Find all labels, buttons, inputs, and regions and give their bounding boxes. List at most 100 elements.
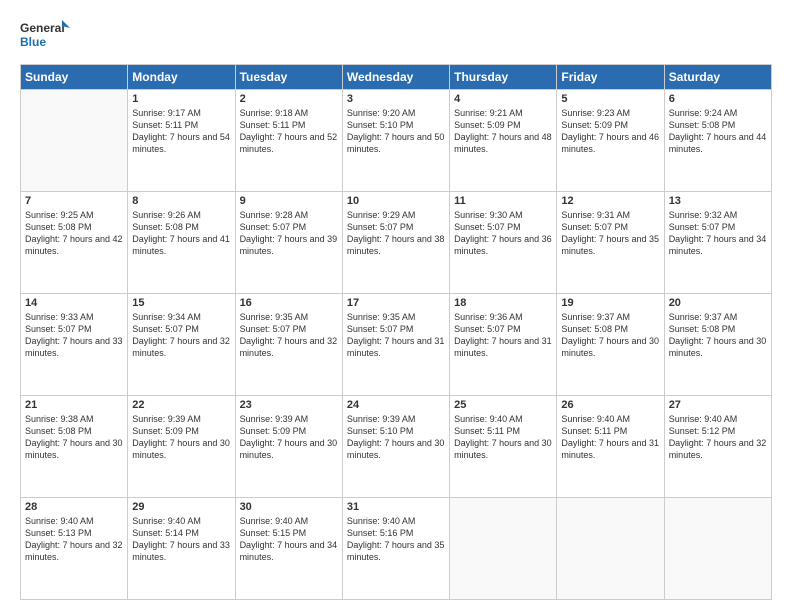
cell-info: Sunrise: 9:29 AMSunset: 5:07 PMDaylight:… bbox=[347, 209, 445, 258]
day-number: 27 bbox=[669, 399, 767, 411]
cell-info: Sunrise: 9:32 AMSunset: 5:07 PMDaylight:… bbox=[669, 209, 767, 258]
day-number: 24 bbox=[347, 399, 445, 411]
cell-info: Sunrise: 9:39 AMSunset: 5:09 PMDaylight:… bbox=[240, 413, 338, 462]
week-row-4: 28 Sunrise: 9:40 AMSunset: 5:13 PMDayligh… bbox=[21, 498, 772, 600]
calendar-cell bbox=[21, 90, 128, 192]
cell-info: Sunrise: 9:40 AMSunset: 5:15 PMDaylight:… bbox=[240, 515, 338, 564]
day-number: 15 bbox=[132, 297, 230, 309]
calendar-cell: 3 Sunrise: 9:20 AMSunset: 5:10 PMDaylight… bbox=[342, 90, 449, 192]
calendar-cell: 9 Sunrise: 9:28 AMSunset: 5:07 PMDaylight… bbox=[235, 192, 342, 294]
calendar-cell: 29 Sunrise: 9:40 AMSunset: 5:14 PMDayligh… bbox=[128, 498, 235, 600]
day-number: 12 bbox=[561, 195, 659, 207]
day-number: 9 bbox=[240, 195, 338, 207]
day-number: 21 bbox=[25, 399, 123, 411]
day-number: 29 bbox=[132, 501, 230, 513]
day-number: 18 bbox=[454, 297, 552, 309]
day-number: 17 bbox=[347, 297, 445, 309]
cell-info: Sunrise: 9:35 AMSunset: 5:07 PMDaylight:… bbox=[347, 311, 445, 360]
cell-info: Sunrise: 9:40 AMSunset: 5:11 PMDaylight:… bbox=[454, 413, 552, 462]
calendar-cell: 5 Sunrise: 9:23 AMSunset: 5:09 PMDaylight… bbox=[557, 90, 664, 192]
calendar-cell: 12 Sunrise: 9:31 AMSunset: 5:07 PMDayligh… bbox=[557, 192, 664, 294]
cell-info: Sunrise: 9:40 AMSunset: 5:13 PMDaylight:… bbox=[25, 515, 123, 564]
day-header-monday: Monday bbox=[128, 65, 235, 90]
day-number: 11 bbox=[454, 195, 552, 207]
calendar-cell bbox=[664, 498, 771, 600]
calendar-cell: 27 Sunrise: 9:40 AMSunset: 5:12 PMDayligh… bbox=[664, 396, 771, 498]
day-number: 19 bbox=[561, 297, 659, 309]
calendar-cell: 4Sunrise: 9:21 AMSunset: 5:09 PMDaylight… bbox=[450, 90, 557, 192]
day-number: 20 bbox=[669, 297, 767, 309]
cell-info: Sunrise: 9:26 AMSunset: 5:08 PMDaylight:… bbox=[132, 209, 230, 258]
calendar-cell: 24Sunrise: 9:39 AMSunset: 5:10 PMDayligh… bbox=[342, 396, 449, 498]
cell-info: Sunrise: 9:30 AMSunset: 5:07 PMDaylight:… bbox=[454, 209, 552, 258]
day-number: 16 bbox=[240, 297, 338, 309]
calendar-cell: 11 Sunrise: 9:30 AMSunset: 5:07 PMDayligh… bbox=[450, 192, 557, 294]
week-row-1: 7Sunrise: 9:25 AMSunset: 5:08 PMDaylight… bbox=[21, 192, 772, 294]
cell-info: Sunrise: 9:37 AMSunset: 5:08 PMDaylight:… bbox=[669, 311, 767, 360]
calendar-cell: 7Sunrise: 9:25 AMSunset: 5:08 PMDaylight… bbox=[21, 192, 128, 294]
calendar-cell: 31Sunrise: 9:40 AMSunset: 5:16 PMDayligh… bbox=[342, 498, 449, 600]
cell-info: Sunrise: 9:17 AMSunset: 5:11 PMDaylight:… bbox=[132, 107, 230, 156]
calendar-table: SundayMondayTuesdayWednesdayThursdayFrid… bbox=[20, 64, 772, 600]
day-number: 13 bbox=[669, 195, 767, 207]
calendar-cell: 17 Sunrise: 9:35 AMSunset: 5:07 PMDayligh… bbox=[342, 294, 449, 396]
cell-info: Sunrise: 9:40 AMSunset: 5:14 PMDaylight:… bbox=[132, 515, 230, 564]
calendar-cell: 2 Sunrise: 9:18 AMSunset: 5:11 PMDaylight… bbox=[235, 90, 342, 192]
calendar-cell: 21Sunrise: 9:38 AMSunset: 5:08 PMDayligh… bbox=[21, 396, 128, 498]
calendar-cell: 23 Sunrise: 9:39 AMSunset: 5:09 PMDayligh… bbox=[235, 396, 342, 498]
logo-svg: General Blue bbox=[20, 18, 70, 54]
day-number: 25 bbox=[454, 399, 552, 411]
day-header-sunday: Sunday bbox=[21, 65, 128, 90]
day-number: 22 bbox=[132, 399, 230, 411]
header-row: SundayMondayTuesdayWednesdayThursdayFrid… bbox=[21, 65, 772, 90]
day-number: 5 bbox=[561, 93, 659, 105]
day-header-friday: Friday bbox=[557, 65, 664, 90]
calendar-cell: 8Sunrise: 9:26 AMSunset: 5:08 PMDaylight… bbox=[128, 192, 235, 294]
day-header-thursday: Thursday bbox=[450, 65, 557, 90]
cell-info: Sunrise: 9:28 AMSunset: 5:07 PMDaylight:… bbox=[240, 209, 338, 258]
cell-info: Sunrise: 9:24 AMSunset: 5:08 PMDaylight:… bbox=[669, 107, 767, 156]
week-row-0: 1 Sunrise: 9:17 AMSunset: 5:11 PMDaylight… bbox=[21, 90, 772, 192]
calendar-cell: 20 Sunrise: 9:37 AMSunset: 5:08 PMDayligh… bbox=[664, 294, 771, 396]
cell-info: Sunrise: 9:39 AMSunset: 5:09 PMDaylight:… bbox=[132, 413, 230, 462]
calendar-cell: 16Sunrise: 9:35 AMSunset: 5:07 PMDayligh… bbox=[235, 294, 342, 396]
svg-text:General: General bbox=[20, 21, 65, 35]
calendar-cell: 14Sunrise: 9:33 AMSunset: 5:07 PMDayligh… bbox=[21, 294, 128, 396]
cell-info: Sunrise: 9:21 AMSunset: 5:09 PMDaylight:… bbox=[454, 107, 552, 156]
cell-info: Sunrise: 9:34 AMSunset: 5:07 PMDaylight:… bbox=[132, 311, 230, 360]
cell-info: Sunrise: 9:23 AMSunset: 5:09 PMDaylight:… bbox=[561, 107, 659, 156]
day-number: 6 bbox=[669, 93, 767, 105]
cell-info: Sunrise: 9:40 AMSunset: 5:11 PMDaylight:… bbox=[561, 413, 659, 462]
calendar-cell: 19 Sunrise: 9:37 AMSunset: 5:08 PMDayligh… bbox=[557, 294, 664, 396]
day-number: 2 bbox=[240, 93, 338, 105]
day-number: 31 bbox=[347, 501, 445, 513]
cell-info: Sunrise: 9:20 AMSunset: 5:10 PMDaylight:… bbox=[347, 107, 445, 156]
calendar-cell bbox=[557, 498, 664, 600]
svg-text:Blue: Blue bbox=[20, 35, 46, 49]
calendar-cell: 30 Sunrise: 9:40 AMSunset: 5:15 PMDayligh… bbox=[235, 498, 342, 600]
calendar-cell: 28 Sunrise: 9:40 AMSunset: 5:13 PMDayligh… bbox=[21, 498, 128, 600]
day-header-tuesday: Tuesday bbox=[235, 65, 342, 90]
cell-info: Sunrise: 9:18 AMSunset: 5:11 PMDaylight:… bbox=[240, 107, 338, 156]
cell-info: Sunrise: 9:36 AMSunset: 5:07 PMDaylight:… bbox=[454, 311, 552, 360]
calendar-cell bbox=[450, 498, 557, 600]
cell-info: Sunrise: 9:31 AMSunset: 5:07 PMDaylight:… bbox=[561, 209, 659, 258]
day-header-saturday: Saturday bbox=[664, 65, 771, 90]
calendar-cell: 26Sunrise: 9:40 AMSunset: 5:11 PMDayligh… bbox=[557, 396, 664, 498]
cell-info: Sunrise: 9:40 AMSunset: 5:12 PMDaylight:… bbox=[669, 413, 767, 462]
day-number: 30 bbox=[240, 501, 338, 513]
header: General Blue bbox=[20, 18, 772, 54]
day-number: 28 bbox=[25, 501, 123, 513]
day-number: 10 bbox=[347, 195, 445, 207]
week-row-2: 14Sunrise: 9:33 AMSunset: 5:07 PMDayligh… bbox=[21, 294, 772, 396]
logo: General Blue bbox=[20, 18, 70, 54]
cell-info: Sunrise: 9:37 AMSunset: 5:08 PMDaylight:… bbox=[561, 311, 659, 360]
day-number: 23 bbox=[240, 399, 338, 411]
calendar-cell: 25 Sunrise: 9:40 AMSunset: 5:11 PMDayligh… bbox=[450, 396, 557, 498]
calendar-cell: 18 Sunrise: 9:36 AMSunset: 5:07 PMDayligh… bbox=[450, 294, 557, 396]
calendar-cell: 6 Sunrise: 9:24 AMSunset: 5:08 PMDaylight… bbox=[664, 90, 771, 192]
day-number: 14 bbox=[25, 297, 123, 309]
day-number: 1 bbox=[132, 93, 230, 105]
page: General Blue SundayMondayTuesdayWednesda… bbox=[0, 0, 792, 612]
day-number: 3 bbox=[347, 93, 445, 105]
